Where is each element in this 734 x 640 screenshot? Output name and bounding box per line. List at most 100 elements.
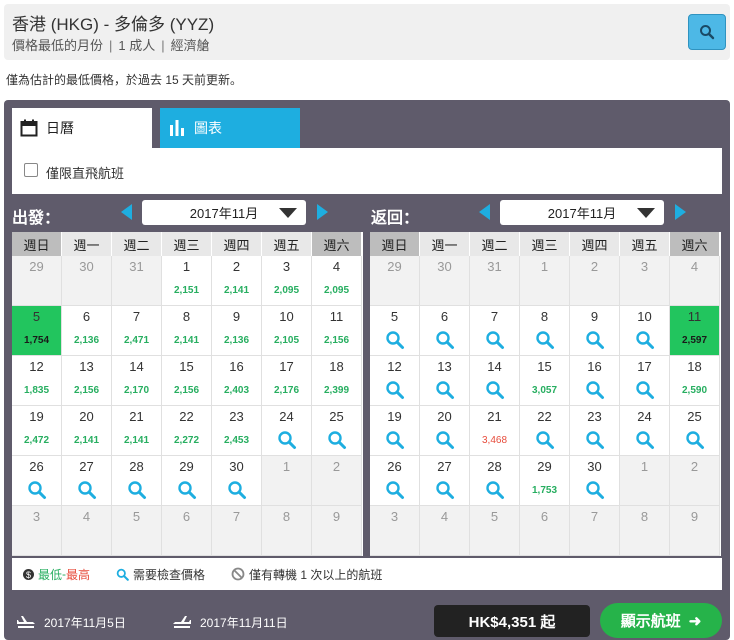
calendar-day[interactable]: 13 2,156 — [62, 356, 112, 406]
price-notice: 僅為估計的最低價格，於過去 15 天前更新。 — [6, 73, 243, 87]
calendar-day[interactable]: 7 — [470, 306, 520, 356]
calendar-day[interactable]: 10 — [620, 306, 670, 356]
day-number: 9 — [232, 309, 241, 324]
calendar-day[interactable]: 28 — [470, 456, 520, 506]
calendar-day[interactable]: 14 — [470, 356, 520, 406]
day-number: 1 — [182, 259, 191, 274]
cabin-class: 經濟艙 — [170, 38, 210, 53]
calendar-day[interactable]: 29 1,753 — [520, 456, 570, 506]
calendar-day[interactable]: 14 2,170 — [112, 356, 162, 406]
calendar-day[interactable]: 17 2,176 — [262, 356, 312, 406]
tab-chart-label: 圖表 — [194, 120, 222, 136]
calendar-day[interactable]: 27 — [420, 456, 470, 506]
legend-check-label: 需要檢查價格 — [133, 567, 206, 582]
calendar-day[interactable]: 3 2,095 — [262, 256, 312, 306]
calendar-day-other-month: 31 — [112, 256, 162, 306]
calendar-day[interactable]: 18 2,590 — [670, 356, 720, 406]
tab-chart[interactable]: 圖表 — [160, 108, 300, 148]
return-month-select[interactable]: 2017年11月 — [500, 200, 664, 225]
outbound-next-month-arrow[interactable] — [317, 204, 328, 220]
calendar-day[interactable]: 27 — [62, 456, 112, 506]
calendar-day[interactable]: 8 — [520, 306, 570, 356]
calendar-day[interactable]: 6 — [420, 306, 470, 356]
calendar-day[interactable]: 25 — [312, 406, 362, 456]
show-flights-button[interactable]: 顯示航班 ➜ — [600, 603, 722, 638]
calendar-day[interactable]: 11 2,156 — [312, 306, 362, 356]
calendar-day[interactable]: 10 2,105 — [262, 306, 312, 356]
calendar-day[interactable]: 21 3,468 — [470, 406, 520, 456]
calendar-day[interactable]: 12 — [370, 356, 420, 406]
search-button[interactable] — [688, 14, 726, 50]
calendar-day[interactable]: 28 — [112, 456, 162, 506]
calendar-day[interactable]: 24 — [620, 406, 670, 456]
calendar-day[interactable]: 2 2,141 — [212, 256, 262, 306]
calendar-day[interactable]: 23 2,453 — [212, 406, 262, 456]
return-next-month-arrow[interactable] — [675, 204, 686, 220]
calendar-day[interactable]: 24 — [262, 406, 312, 456]
show-flights-label: 顯示航班 — [620, 613, 681, 630]
plane-return-icon — [173, 615, 191, 628]
direct-only-checkbox[interactable] — [24, 163, 38, 177]
calendar-day[interactable]: 23 — [570, 406, 620, 456]
outbound-month-select[interactable]: 2017年11月 — [142, 200, 306, 225]
tab-calendar[interactable]: 日曆 — [12, 108, 152, 148]
calendar-day[interactable]: 16 — [570, 356, 620, 406]
calendar-day-selected[interactable]: 11 2,597 — [670, 306, 720, 356]
day-price: 2,095 — [273, 285, 300, 296]
day-number: 9 — [690, 509, 699, 524]
search-icon — [28, 481, 46, 499]
day-price: 1,835 — [23, 385, 50, 396]
calendar-day[interactable]: 26 — [370, 456, 420, 506]
calendar-day[interactable]: 15 3,057 — [520, 356, 570, 406]
day-number: 6 — [440, 309, 449, 324]
day-number: 27 — [437, 459, 452, 474]
calendar-week: 12 13 14 15 3,057 16 17 18 2,590 — [370, 356, 721, 406]
calendar-day[interactable]: 26 — [12, 456, 62, 506]
calendar-day[interactable]: 12 1,835 — [12, 356, 62, 406]
calendar-day[interactable]: 21 2,141 — [112, 406, 162, 456]
calendar-day[interactable]: 6 2,136 — [62, 306, 112, 356]
calendar-day-other-month: 7 — [570, 506, 620, 556]
calendar-day[interactable]: 5 — [370, 306, 420, 356]
calendar-day[interactable]: 4 2,095 — [312, 256, 362, 306]
day-number: 12 — [387, 359, 402, 374]
calendar-day[interactable]: 1 2,151 — [162, 256, 212, 306]
calendar-day[interactable]: 18 2,399 — [312, 356, 362, 406]
calendar-day[interactable]: 17 — [620, 356, 670, 406]
calendar-day[interactable]: 7 2,471 — [112, 306, 162, 356]
search-icon — [636, 431, 654, 449]
calendar-week: 5 6 7 8 9 10 11 2,597 — [370, 306, 721, 356]
calendar-day[interactable]: 16 2,403 — [212, 356, 262, 406]
calendar-day[interactable]: 20 — [420, 406, 470, 456]
calendar-day-other-month: 3 — [370, 506, 420, 556]
calendar-day[interactable]: 8 2,141 — [162, 306, 212, 356]
search-icon — [636, 331, 654, 349]
search-summary-header: 香港 (HKG) - 多倫多 (YYZ) 價格最低的月份 | 1 成人 | 經濟艙 — [4, 4, 730, 60]
calendar-day-selected[interactable]: 5 1,754 — [12, 306, 62, 356]
calendar-day[interactable]: 13 — [420, 356, 470, 406]
calendar-day[interactable]: 19 2,472 — [12, 406, 62, 456]
calendar-day[interactable]: 19 — [370, 406, 420, 456]
legend-check-price: 需要檢查價格 — [116, 566, 205, 583]
return-prev-month-arrow[interactable] — [479, 204, 490, 220]
outbound-prev-month-arrow[interactable] — [121, 204, 132, 220]
day-price: 2,453 — [223, 435, 250, 446]
search-icon — [700, 25, 715, 40]
day-price: 2,156 — [73, 385, 100, 396]
day-number: 26 — [29, 459, 44, 474]
calendar-day[interactable]: 29 — [162, 456, 212, 506]
direct-only-label[interactable]: 僅限直飛航班 — [46, 163, 124, 182]
search-icon — [486, 381, 504, 399]
calendar-day[interactable]: 22 — [520, 406, 570, 456]
calendar-day[interactable]: 20 2,141 — [62, 406, 112, 456]
calendar-day[interactable]: 25 — [670, 406, 720, 456]
calendar-day[interactable]: 30 — [570, 456, 620, 506]
day-number: 26 — [387, 459, 402, 474]
calendar-day[interactable]: 15 2,156 — [162, 356, 212, 406]
calendar-day[interactable]: 22 2,272 — [162, 406, 212, 456]
calendar-day[interactable]: 30 — [212, 456, 262, 506]
day-number: 17 — [279, 359, 294, 374]
calendar-day[interactable]: 9 2,136 — [212, 306, 262, 356]
calendar-day[interactable]: 9 — [570, 306, 620, 356]
day-number: 25 — [687, 409, 702, 424]
